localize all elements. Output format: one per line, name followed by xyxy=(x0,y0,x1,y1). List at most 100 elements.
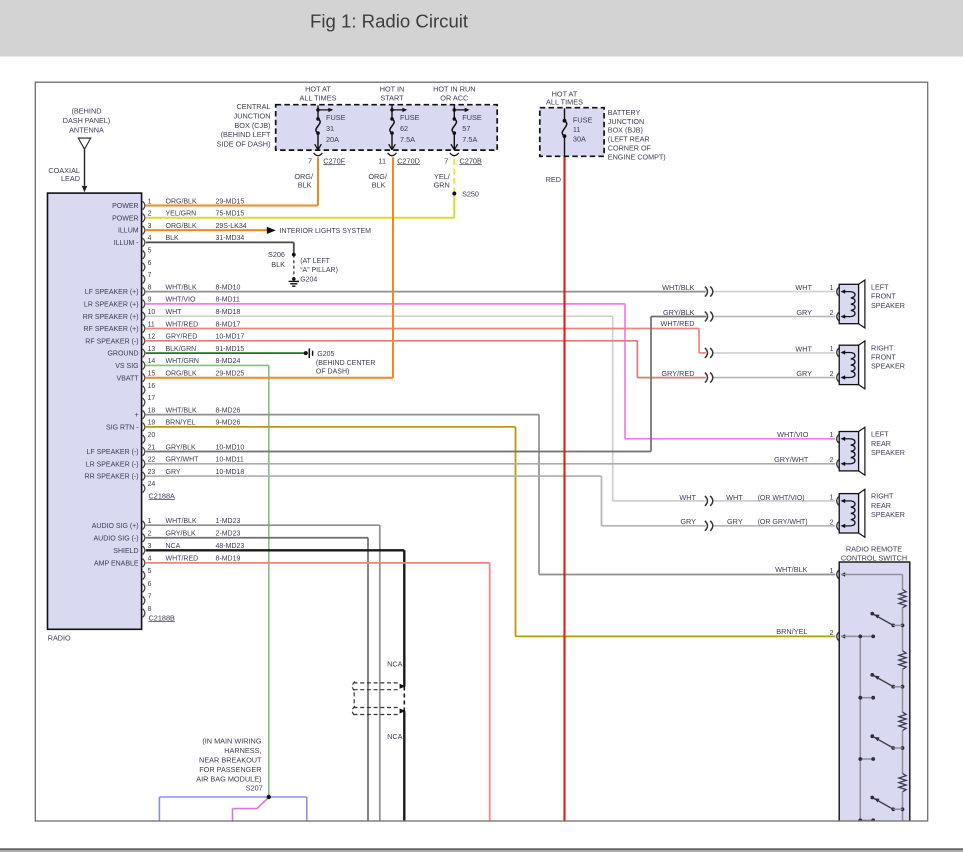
svg-text:VBATT: VBATT xyxy=(117,375,140,382)
svg-text:AIR BAG MODULE): AIR BAG MODULE) xyxy=(196,774,261,783)
svg-text:2: 2 xyxy=(830,457,834,464)
svg-text:23: 23 xyxy=(148,469,156,476)
svg-text:4: 4 xyxy=(148,235,152,242)
svg-text:GRN: GRN xyxy=(434,181,450,190)
svg-text:POWER: POWER xyxy=(112,203,138,210)
svg-text:“A” PILLAR): “A” PILLAR) xyxy=(300,267,338,274)
svg-text:RF SPEAKER (-): RF SPEAKER (-) xyxy=(85,338,138,345)
svg-text:AUDIO SIG (+): AUDIO SIG (+) xyxy=(92,523,139,530)
svg-text:BOX (CJB): BOX (CJB) xyxy=(234,121,270,130)
svg-text:NCA: NCA xyxy=(387,659,403,668)
svg-text:31-MD34: 31-MD34 xyxy=(216,235,245,242)
svg-text:CONTROL SWITCH: CONTROL SWITCH xyxy=(841,553,907,562)
svg-text:BLK: BLK xyxy=(298,181,312,190)
svg-text:G205: G205 xyxy=(317,351,334,358)
svg-text:GRY/RED: GRY/RED xyxy=(661,369,694,378)
svg-text:8-MD26: 8-MD26 xyxy=(216,407,241,414)
svg-text:OR ACC: OR ACC xyxy=(440,93,468,102)
svg-text:WHT/VIO: WHT/VIO xyxy=(777,430,809,439)
svg-text:RR SPEAKER (-): RR SPEAKER (-) xyxy=(85,474,139,481)
svg-text:75-MD15: 75-MD15 xyxy=(216,211,245,218)
svg-text:RADIO REMOTE: RADIO REMOTE xyxy=(846,545,902,554)
svg-text:START: START xyxy=(380,93,404,102)
svg-text:2: 2 xyxy=(148,211,152,218)
svg-text:HOT IN RUN: HOT IN RUN xyxy=(433,85,475,94)
svg-text:LR SPEAKER (+): LR SPEAKER (+) xyxy=(84,302,139,309)
svg-text:REAR: REAR xyxy=(871,501,891,510)
svg-text:3: 3 xyxy=(148,223,152,230)
svg-text:8-MD11: 8-MD11 xyxy=(216,297,240,304)
svg-text:GRY: GRY xyxy=(796,308,812,317)
svg-text:ANTENNA: ANTENNA xyxy=(69,125,104,134)
svg-text:BLK: BLK xyxy=(372,181,386,190)
svg-text:GROUND: GROUND xyxy=(107,351,138,358)
svg-text:ORG/BLK: ORG/BLK xyxy=(166,223,197,230)
svg-text:LEFT: LEFT xyxy=(871,282,889,291)
svg-text:(BEHIND LEFT: (BEHIND LEFT xyxy=(221,130,271,139)
svg-text:HOT AT: HOT AT xyxy=(305,85,331,94)
svg-text:WHT: WHT xyxy=(795,283,812,292)
svg-text:JUNCTION: JUNCTION xyxy=(608,117,644,126)
svg-text:18: 18 xyxy=(148,407,156,414)
svg-text:SPEAKER: SPEAKER xyxy=(871,301,905,310)
svg-text:CENTRAL: CENTRAL xyxy=(236,102,270,111)
svg-text:BATTERY: BATTERY xyxy=(608,108,641,117)
svg-text:AUDIO SIG (-): AUDIO SIG (-) xyxy=(93,535,138,542)
svg-text:29S-LK34: 29S-LK34 xyxy=(216,223,247,230)
svg-text:GRY/RED: GRY/RED xyxy=(166,334,198,341)
svg-text:8-MD10: 8-MD10 xyxy=(216,284,241,291)
svg-text:ORG/BLK: ORG/BLK xyxy=(166,198,197,205)
svg-text:RED: RED xyxy=(546,175,561,184)
svg-text:(LEFT REAR: (LEFT REAR xyxy=(608,135,650,144)
svg-text:SIG RTN -: SIG RTN - xyxy=(106,425,139,432)
svg-text:NCA: NCA xyxy=(166,543,181,550)
svg-text:1: 1 xyxy=(830,346,834,353)
svg-text:9: 9 xyxy=(148,297,152,304)
svg-text:WHT/BLK: WHT/BLK xyxy=(166,518,197,525)
svg-text:29-MD15: 29-MD15 xyxy=(216,198,245,205)
svg-text:1: 1 xyxy=(830,432,834,439)
svg-text:SPEAKER: SPEAKER xyxy=(871,510,905,519)
svg-text:DASH PANEL): DASH PANEL) xyxy=(63,116,110,125)
svg-text:WHT: WHT xyxy=(726,493,743,502)
svg-text:FUSE: FUSE xyxy=(326,113,346,122)
svg-text:NEAR BREAKOUT: NEAR BREAKOUT xyxy=(199,755,262,764)
svg-text:24: 24 xyxy=(148,481,156,488)
svg-text:+: + xyxy=(135,412,139,419)
svg-text:(OR GRY/WHT): (OR GRY/WHT) xyxy=(758,519,808,526)
svg-text:ILLUM -: ILLUM - xyxy=(114,240,140,247)
svg-text:ALL TIMES: ALL TIMES xyxy=(546,98,583,107)
svg-text:6: 6 xyxy=(148,581,152,588)
svg-text:8-MD24: 8-MD24 xyxy=(216,358,241,365)
svg-text:1: 1 xyxy=(830,494,834,501)
svg-text:8-MD19: 8-MD19 xyxy=(216,556,241,563)
svg-text:FUSE: FUSE xyxy=(573,115,593,124)
svg-text:LEFT: LEFT xyxy=(871,430,889,439)
svg-text:57: 57 xyxy=(462,124,470,133)
svg-text:OF DASH): OF DASH) xyxy=(316,369,349,376)
svg-text:11: 11 xyxy=(148,321,155,328)
svg-text:1-MD23: 1-MD23 xyxy=(216,518,241,525)
svg-text:BRN/YEL: BRN/YEL xyxy=(776,627,807,636)
svg-text:S206: S206 xyxy=(268,250,285,259)
svg-text:GRY/BLK: GRY/BLK xyxy=(166,444,197,451)
svg-text:(BEHIND CENTER: (BEHIND CENTER xyxy=(316,360,376,367)
svg-text:C270F: C270F xyxy=(323,156,345,165)
svg-text:7.5A: 7.5A xyxy=(400,135,415,144)
svg-text:12: 12 xyxy=(148,334,156,341)
svg-text:ALL TIMES: ALL TIMES xyxy=(300,93,337,102)
svg-text:RR SPEAKER (+): RR SPEAKER (+) xyxy=(83,314,139,321)
svg-text:G204: G204 xyxy=(300,277,317,284)
svg-text:10: 10 xyxy=(148,309,156,316)
svg-text:30A: 30A xyxy=(573,135,586,144)
svg-text:17: 17 xyxy=(148,395,156,402)
svg-text:YEL/GRN: YEL/GRN xyxy=(166,211,197,218)
svg-text:1: 1 xyxy=(148,198,152,205)
svg-text:48-MD23: 48-MD23 xyxy=(216,543,245,550)
svg-text:16: 16 xyxy=(148,383,156,390)
svg-text:CORNER OF: CORNER OF xyxy=(608,144,652,153)
svg-text:2: 2 xyxy=(830,630,834,637)
svg-text:1: 1 xyxy=(148,518,152,525)
svg-text:1: 1 xyxy=(830,285,834,292)
svg-text:4: 4 xyxy=(148,556,152,563)
